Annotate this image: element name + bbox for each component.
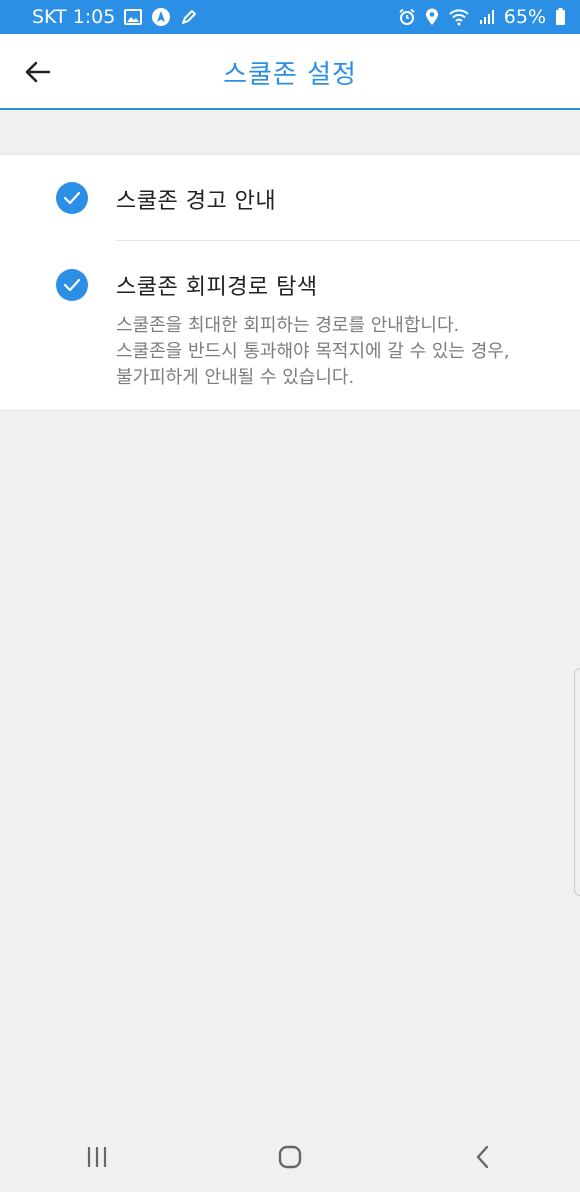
navigation-bar	[0, 1122, 580, 1192]
status-bar-left: SKT 1:05	[32, 6, 198, 28]
checkbox-checked[interactable]	[56, 269, 88, 301]
setting-item-school-zone-warning[interactable]: 스쿨존 경고 안내	[0, 155, 580, 240]
setting-item-avoid-route[interactable]: 스쿨존 회피경로 탐색 스쿨존을 최대한 회피하는 경로를 안내합니다. 스쿨존…	[0, 241, 580, 411]
status-bar: SKT 1:05 65%	[0, 0, 580, 34]
wifi-icon	[448, 8, 470, 26]
checkmark-icon	[63, 278, 81, 292]
battery-percent: 65%	[503, 6, 546, 28]
carrier-time: SKT 1:05	[32, 6, 116, 28]
app-bar: 스쿨존 설정	[0, 34, 580, 110]
edit-icon	[180, 8, 198, 26]
back-button[interactable]	[18, 52, 58, 92]
checkbox-checked[interactable]	[56, 182, 88, 214]
description-line: 불가피하게 안내될 수 있습니다.	[116, 367, 355, 388]
gallery-icon	[124, 9, 143, 25]
description-line: 스쿨존을 최대한 회피하는 경로를 안내합니다.	[116, 315, 460, 336]
home-icon	[278, 1145, 302, 1169]
back-arrow-icon	[25, 61, 51, 83]
recent-apps-icon	[87, 1146, 106, 1168]
setting-description: 스쿨존을 최대한 회피하는 경로를 안내합니다. 스쿨존을 반드시 통과해야 목…	[116, 313, 580, 391]
recent-apps-button[interactable]	[67, 1132, 127, 1182]
edge-panel-handle[interactable]	[574, 668, 580, 896]
page-title: 스쿨존 설정	[223, 59, 357, 90]
description-line: 스쿨존을 반드시 통과해야 목적지에 갈 수 있는 경우,	[116, 341, 510, 362]
checkmark-icon	[63, 191, 81, 205]
location-icon	[425, 8, 439, 26]
signal-icon	[479, 9, 495, 25]
back-nav-button[interactable]	[453, 1132, 513, 1182]
status-bar-right: 65%	[398, 6, 566, 28]
home-button[interactable]	[260, 1132, 320, 1182]
alarm-icon	[398, 8, 416, 26]
battery-icon	[555, 8, 566, 26]
setting-title: 스쿨존 경고 안내	[116, 189, 277, 214]
settings-list: 스쿨존 경고 안내 스쿨존 회피경로 탐색 스쿨존을 최대한 회피하는 경로를 …	[0, 154, 580, 411]
back-nav-icon	[477, 1145, 489, 1169]
navigation-icon	[151, 7, 171, 27]
screen: SKT 1:05 65% 스쿨존 설정 스쿨존 경고 안내 스쿨존 회피경로 탐…	[0, 0, 580, 1192]
setting-title: 스쿨존 회피경로 탐색	[116, 275, 318, 300]
